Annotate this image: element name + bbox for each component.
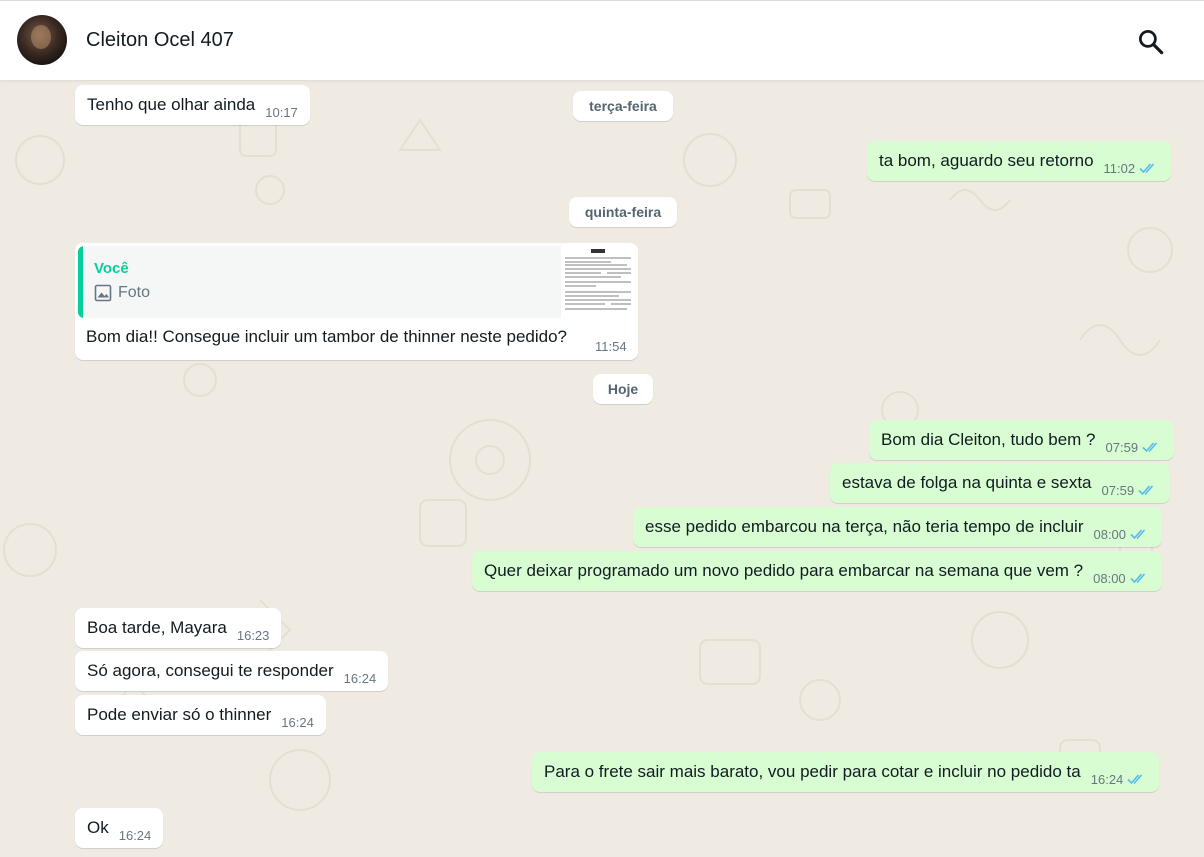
- message-time: 16:24: [281, 714, 314, 730]
- message-meta: 16:24: [344, 671, 377, 686]
- message-time: 16:24: [343, 670, 377, 686]
- message-meta: 10:17: [265, 105, 298, 120]
- image-icon: [94, 284, 112, 302]
- message-text: Bom dia Cleiton, tudo bem ?: [881, 430, 1096, 449]
- message-text: ta bom, aguardo seu retorno: [879, 151, 1094, 170]
- message-meta: 16:23: [237, 628, 270, 643]
- message-text: Bom dia!! Consegue incluir um tambor de …: [86, 327, 568, 346]
- message-time: 11:02: [1103, 160, 1136, 176]
- message-text: Só agora, consegui te responder: [87, 661, 334, 680]
- message-time: 16:24: [1090, 771, 1124, 787]
- date-separator: quinta-feira: [569, 197, 677, 227]
- message-time: 16:23: [236, 627, 270, 643]
- double-check-icon: [1130, 529, 1146, 540]
- message-text: esse pedido embarcou na terça, não teria…: [645, 517, 1084, 536]
- message-text: Quer deixar programado um novo pedido pa…: [484, 561, 1084, 580]
- message-meta: 16:24: [1091, 772, 1148, 787]
- message-outgoing[interactable]: estava de folga na quinta e sexta 07:59: [830, 463, 1171, 503]
- contact-name[interactable]: Cleiton Ocel 407: [86, 29, 234, 52]
- message-text: Tenho que olhar ainda: [87, 95, 256, 114]
- message-outgoing[interactable]: esse pedido embarcou na terça, não teria…: [633, 507, 1163, 547]
- double-check-icon: [1138, 485, 1154, 496]
- message-incoming[interactable]: Ok 16:24: [75, 808, 164, 848]
- date-separator: Hoje: [593, 374, 653, 404]
- photo-thumbnail[interactable]: [561, 246, 635, 318]
- message-incoming[interactable]: Boa tarde, Mayara 16:23: [75, 608, 282, 648]
- message-time: 16:24: [118, 827, 152, 843]
- message-time: 08:00: [1093, 570, 1126, 586]
- date-separator: terça-feira: [573, 91, 673, 121]
- quote-media-label: Foto: [118, 284, 151, 301]
- message-time: 07:59: [1105, 439, 1139, 455]
- message-incoming[interactable]: Tenho que olhar ainda 10:17: [75, 85, 310, 125]
- message-time: 11:54: [595, 339, 627, 354]
- message-meta: 07:59: [1106, 440, 1163, 455]
- chat-header: Cleiton Ocel 407: [0, 0, 1204, 80]
- double-check-icon: [1139, 163, 1155, 174]
- message-meta: 07:59: [1102, 483, 1159, 498]
- message-meta: 11:02: [1104, 161, 1160, 176]
- contact-avatar[interactable]: [17, 15, 67, 65]
- message-text: estava de folga na quinta e sexta: [842, 473, 1092, 492]
- date-label: terça-feira: [589, 98, 657, 114]
- message-time: 08:00: [1093, 526, 1127, 542]
- quoted-message[interactable]: Você Foto: [78, 246, 635, 318]
- message-outgoing[interactable]: ta bom, aguardo seu retorno 11:02: [867, 141, 1172, 181]
- message-list[interactable]: Tenho que olhar ainda 10:17 terça-feira …: [0, 80, 1204, 857]
- quote-author: Você: [94, 260, 129, 277]
- quote-media: Foto: [94, 284, 150, 302]
- message-incoming[interactable]: Só agora, consegui te responder 16:24: [75, 651, 389, 691]
- message-text: Para o frete sair mais barato, vou pedir…: [544, 762, 1081, 781]
- message-text: Ok: [87, 818, 109, 837]
- message-time: 07:59: [1101, 482, 1135, 498]
- message-text: Boa tarde, Mayara: [87, 618, 227, 637]
- double-check-icon: [1142, 442, 1158, 453]
- quote-accent-bar: [78, 246, 83, 318]
- double-check-icon: [1127, 774, 1143, 785]
- message-meta: 16:24: [281, 715, 314, 730]
- message-meta: 08:00: [1093, 527, 1150, 542]
- message-time: 10:17: [265, 104, 298, 120]
- message-meta: 16:24: [119, 828, 152, 843]
- message-outgoing[interactable]: Para o frete sair mais barato, vou pedir…: [532, 752, 1160, 792]
- date-label: Hoje: [607, 381, 639, 397]
- message-incoming[interactable]: Pode enviar só o thinner 16:24: [75, 695, 326, 735]
- date-label: quinta-feira: [584, 204, 662, 220]
- message-incoming-reply[interactable]: Você Foto Bom dia!! Consegue incluir um …: [75, 243, 638, 360]
- message-outgoing[interactable]: Bom dia Cleiton, tudo bem ? 07:59: [869, 420, 1175, 460]
- message-meta: 08:00: [1093, 571, 1150, 586]
- search-icon[interactable]: [1136, 27, 1166, 57]
- message-text: Pode enviar só o thinner: [87, 705, 272, 724]
- double-check-icon: [1130, 573, 1145, 584]
- message-outgoing[interactable]: Quer deixar programado um novo pedido pa…: [472, 551, 1162, 591]
